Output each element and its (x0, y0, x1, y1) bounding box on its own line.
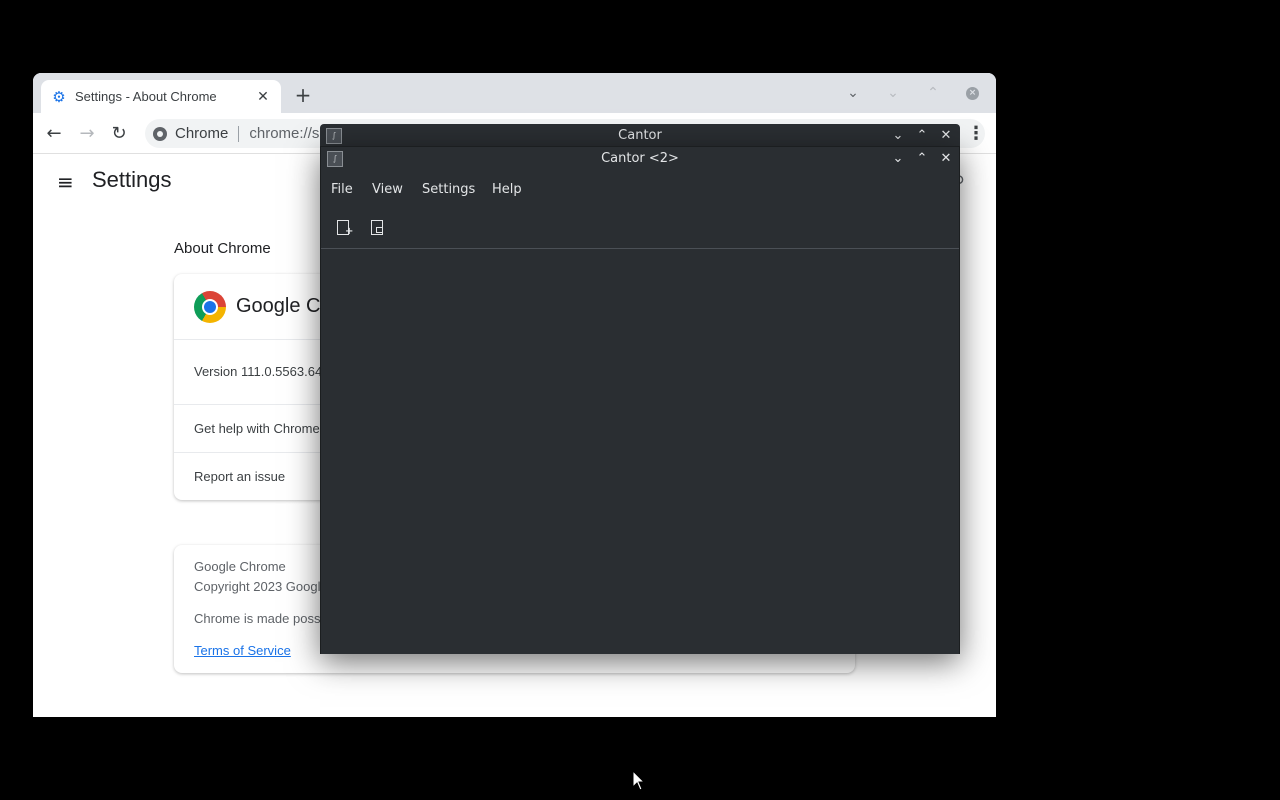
get-help-link[interactable]: Get help with Chrome (194, 421, 320, 436)
minimize-icon[interactable]: ⌄ (888, 126, 908, 146)
menu-help[interactable]: Help (492, 182, 522, 197)
menu-file[interactable]: File (331, 182, 353, 197)
product-name: Google C (236, 295, 321, 317)
forward-icon[interactable]: → (75, 122, 99, 146)
maximize-icon[interactable]: ⌃ (923, 83, 943, 103)
workspace-area (321, 250, 959, 654)
version-text: Version 111.0.5563.64 (194, 364, 323, 379)
omnibox-site-label: Chrome (175, 125, 229, 142)
tab-close-icon[interactable]: ✕ (255, 89, 271, 105)
window-close-icon[interactable]: × (966, 87, 979, 100)
close-icon[interactable]: ✕ (936, 126, 956, 146)
window-title: Cantor (618, 128, 662, 143)
chrome-menu-icon[interactable]: ⋮ (967, 123, 985, 145)
menu-view[interactable]: View (372, 182, 403, 197)
chrome-logo-icon (194, 291, 226, 323)
report-issue-link[interactable]: Report an issue (194, 469, 285, 484)
tab-settings-about[interactable]: ⚙ Settings - About Chrome ✕ (41, 80, 281, 113)
section-title: About Chrome (174, 240, 271, 257)
terms-of-service-link[interactable]: Terms of Service (194, 643, 291, 658)
cantor-window-main: ∫ Cantor <2> ⌄ ⌃ ✕ File View Settings He… (320, 146, 960, 654)
tab-strip: ⚙ Settings - About Chrome ✕ + ⌄ ⌄ ⌃ × (33, 73, 996, 113)
menu-settings[interactable]: Settings (422, 182, 475, 197)
copyright-text: Copyright 2023 Googl (194, 579, 321, 594)
close-icon[interactable]: ✕ (936, 149, 956, 169)
footer-product-name: Google Chrome (194, 559, 286, 574)
maximize-icon[interactable]: ⌃ (912, 149, 932, 169)
tab-search-icon[interactable]: ⌄ (843, 83, 863, 103)
minimize-icon[interactable]: ⌄ (888, 149, 908, 169)
made-possible-text: Chrome is made poss (194, 611, 321, 626)
page-title: Settings (92, 167, 172, 192)
back-icon[interactable]: ← (42, 122, 66, 146)
tab-title: Settings - About Chrome (75, 89, 217, 104)
new-document-icon[interactable]: + (334, 218, 354, 238)
maximize-icon[interactable]: ⌃ (912, 126, 932, 146)
desktop: ⚙ Settings - About Chrome ✕ + ⌄ ⌄ ⌃ × ← … (0, 0, 1280, 800)
minimize-icon[interactable]: ⌄ (883, 83, 903, 103)
omnibox-url: chrome://se (249, 125, 328, 142)
menu-bar: File View Settings Help (321, 171, 959, 209)
gear-icon: ⚙ (52, 87, 66, 106)
chrome-site-icon (153, 126, 167, 141)
omnibox-separator (238, 125, 240, 142)
mouse-cursor-icon (632, 770, 646, 791)
main-toolbar: + (321, 209, 959, 249)
hamburger-menu-icon[interactable]: ≡ (57, 172, 77, 192)
open-document-icon[interactable] (368, 218, 388, 238)
reload-icon[interactable]: ↻ (107, 122, 131, 146)
window-title: Cantor <2> (601, 151, 679, 166)
new-tab-button[interactable]: + (292, 84, 314, 106)
title-bar[interactable]: ∫ Cantor <2> ⌄ ⌃ ✕ (321, 147, 959, 171)
